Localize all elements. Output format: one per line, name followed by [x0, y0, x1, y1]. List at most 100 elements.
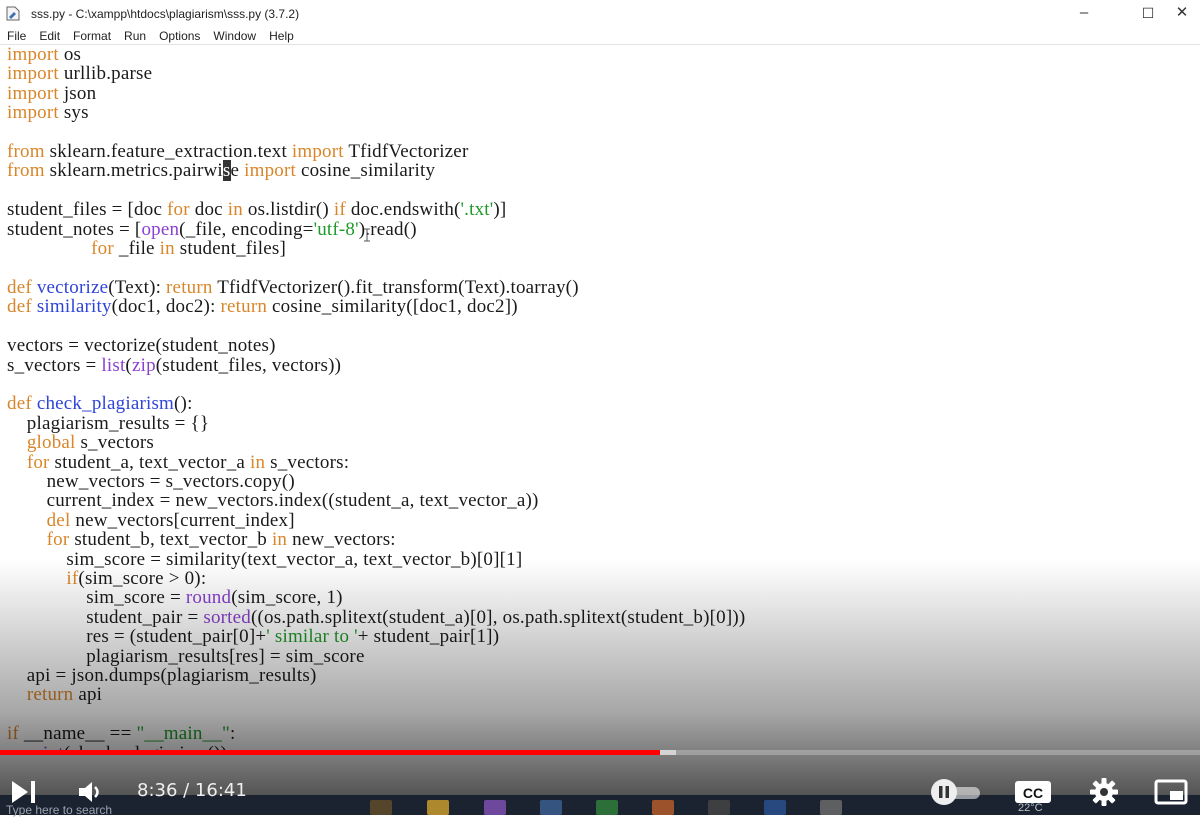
code-token: in [250, 451, 266, 473]
code-line: sim_score = similarity(text_vector_a, te… [7, 549, 522, 570]
taskbar-app-icon[interactable] [540, 800, 562, 815]
code-token: os.listdir() [242, 199, 334, 221]
code-token: "__main__" [136, 723, 230, 745]
minimize-button[interactable]: – [1061, 2, 1107, 24]
code-line: for student_b, text_vector_b in new_vect… [7, 529, 396, 550]
code-token: student_files] [174, 238, 287, 260]
code-token: ((os.path.splitext(student_a)[0], os.pat… [250, 606, 746, 628]
taskbar-app-icon[interactable] [484, 800, 506, 815]
menu-help[interactable]: Help [269, 29, 300, 44]
cc-icon[interactable]: CC [1014, 778, 1052, 806]
taskbar-app-icon[interactable] [370, 800, 392, 815]
code-token: student_notes = [ [7, 218, 142, 240]
text-cursor: s [222, 160, 231, 182]
taskbar-app-icon[interactable] [820, 800, 842, 815]
file-explorer-icon[interactable] [427, 800, 449, 815]
code-token: api = json.dumps(plagiarism_results) [7, 665, 317, 686]
code-line: from sklearn.metrics.pairwise import cos… [7, 160, 436, 182]
code-token: (_file, encoding= [179, 218, 314, 240]
code-token: student_pair = [7, 606, 204, 628]
taskbar-app-icon[interactable] [596, 800, 618, 815]
code-token: from [7, 160, 45, 182]
menu-options[interactable]: Options [159, 29, 206, 44]
volume-icon[interactable] [76, 778, 104, 806]
code-token: sklearn.metrics.pairwi [44, 160, 223, 182]
code-line: vectors = vectorize(student_notes) [7, 335, 276, 356]
code-token: del [46, 509, 71, 531]
maximize-button[interactable]: ☐ [1125, 2, 1171, 24]
code-line: global s_vectors [7, 432, 154, 453]
next-icon[interactable] [10, 778, 38, 806]
text-ibeam-cursor-icon [364, 228, 370, 242]
code-line: current_index = new_vectors.index((stude… [7, 490, 539, 511]
pause-autoplay-icon[interactable] [930, 778, 982, 806]
idle-file-icon [6, 6, 20, 21]
code-token: for [167, 199, 190, 221]
settings-gear-icon[interactable] [1088, 776, 1120, 808]
code-token: import [244, 160, 296, 182]
code-token: in [227, 199, 243, 221]
code-token: if [333, 199, 346, 221]
menu-window[interactable]: Window [213, 29, 262, 44]
code-text: import os import urllib.parse import jso… [7, 45, 745, 755]
code-token: api [73, 684, 103, 706]
code-token: sim_score = similarity(text_vector_a, te… [7, 548, 523, 570]
code-line: res = (student_pair[0]+' similar to '+ s… [7, 626, 499, 647]
menu-edit[interactable]: Edit [39, 29, 66, 44]
code-token: : [229, 723, 236, 745]
code-token: (Text): [108, 276, 167, 298]
code-token: os [58, 44, 82, 65]
code-line: def similarity(doc1, doc2): return cosin… [7, 296, 518, 317]
code-token: )] [493, 199, 507, 221]
code-token: cosine_similarity([doc1, doc2]) [267, 296, 518, 318]
code-token: cosine_similarity [296, 160, 436, 182]
code-line: plagiarism_results[res] = sim_score [7, 646, 365, 667]
progress-played [0, 750, 660, 755]
video-progress-bar[interactable] [0, 750, 1200, 755]
taskbar-app-icon[interactable] [764, 800, 786, 815]
code-token: e [230, 160, 245, 182]
code-line: new_vectors = s_vectors.copy() [7, 471, 295, 492]
code-line: def check_plagiarism(): [7, 393, 193, 414]
code-editor[interactable]: import os import urllib.parse import jso… [0, 44, 1200, 755]
code-token: json [58, 82, 97, 104]
code-line: student_files = [doc for doc in os.listd… [7, 199, 506, 220]
code-token: for [91, 238, 114, 260]
menu-run[interactable]: Run [124, 29, 152, 44]
code-token: similarity [36, 296, 112, 318]
miniplayer-icon[interactable] [1154, 778, 1188, 806]
code-token: vectors = vectorize(student_notes) [7, 335, 276, 357]
code-token: (sim_score, 1) [231, 587, 343, 609]
xampp-icon[interactable] [652, 800, 674, 815]
code-line: from sklearn.feature_extraction.text imp… [7, 141, 468, 162]
code-token: def [7, 393, 32, 415]
code-token: if [66, 567, 79, 589]
code-token: new_vectors: [287, 529, 396, 551]
code-token: import [7, 63, 59, 85]
code-token: sys [58, 102, 89, 124]
time-display: 8:36 / 16:41 [137, 780, 247, 801]
close-button[interactable]: ✕ [1167, 2, 1197, 24]
code-token: import [291, 141, 344, 163]
code-token: for [26, 451, 50, 473]
menu-bar: File Edit Format Run Options Window Help [0, 27, 1200, 44]
menu-format[interactable]: Format [73, 29, 117, 44]
code-token: student_files = [doc [7, 199, 168, 221]
taskbar-app-icon[interactable] [708, 800, 730, 815]
code-line: api = json.dumps(plagiarism_results) [7, 665, 317, 686]
code-token: import [7, 82, 59, 104]
code-token: s_vectors [75, 432, 155, 454]
code-token: ' similar to ' [266, 626, 358, 648]
menu-file[interactable]: File [7, 29, 32, 44]
code-token: student_b, text_vector_b [69, 529, 272, 551]
code-line: sim_score = round(sim_score, 1) [7, 587, 343, 608]
code-line: del new_vectors[current_index] [7, 510, 295, 531]
window-title-bar: sss.py - C:\xampp\htdocs\plagiarism\sss.… [0, 0, 1200, 27]
code-token: sim_score = [7, 587, 186, 609]
code-token: open [141, 218, 180, 240]
code-token: s_vectors = [7, 354, 102, 376]
